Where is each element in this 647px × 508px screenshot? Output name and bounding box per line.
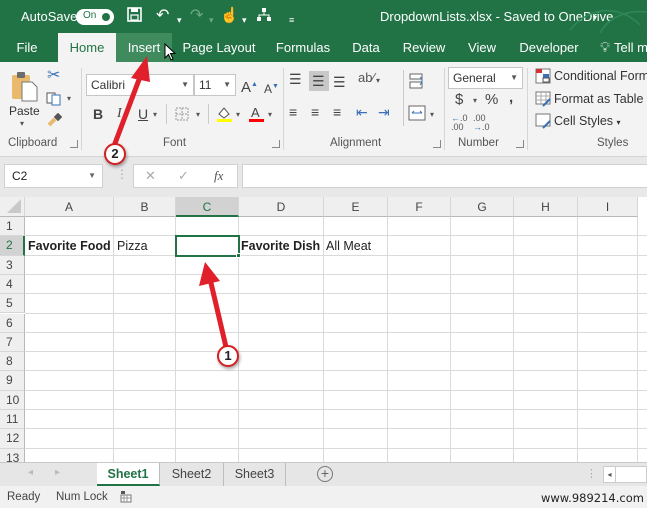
callout-1: 1 bbox=[217, 345, 239, 367]
arrow-1 bbox=[199, 262, 229, 350]
callout-2: 2 bbox=[104, 143, 126, 165]
arrow-2 bbox=[111, 56, 150, 149]
annotation-layer bbox=[111, 56, 229, 350]
